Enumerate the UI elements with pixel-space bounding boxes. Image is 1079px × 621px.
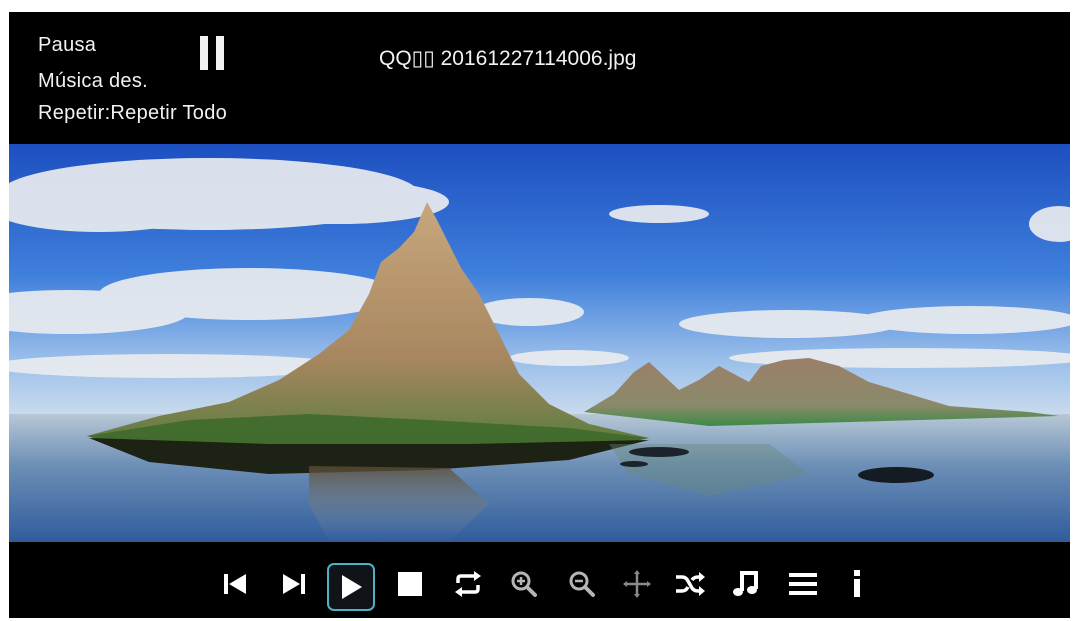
control-bar — [9, 542, 1070, 618]
info-button[interactable] — [839, 566, 875, 602]
media-player-window: Pausa Música des. Repetir:Repetir Todo Q… — [9, 12, 1070, 618]
repeat-status: Repetir:Repetir Todo — [38, 102, 228, 124]
zoom-out-icon — [569, 571, 595, 597]
info-icon — [854, 570, 860, 597]
music-note-icon — [733, 571, 758, 596]
playback-status: Pausa — [38, 34, 97, 56]
move-icon — [623, 570, 651, 598]
zoom-in-button[interactable] — [506, 566, 542, 602]
move-button[interactable] — [619, 566, 655, 602]
landscape-photo — [9, 144, 1070, 542]
info-bar: Pausa Música des. Repetir:Repetir Todo Q… — [9, 12, 1070, 144]
playlist-icon — [789, 573, 817, 595]
zoom-out-button[interactable] — [564, 566, 600, 602]
play-button[interactable] — [327, 563, 375, 611]
repeat-button[interactable] — [450, 566, 486, 602]
play-icon — [342, 575, 362, 599]
zoom-in-icon — [511, 571, 537, 597]
stop-icon — [398, 572, 422, 596]
file-name: QQ▯▯ 20161227114006.jpg — [379, 47, 637, 70]
photo-viewer-image — [9, 144, 1070, 542]
skip-next-button[interactable] — [276, 566, 312, 602]
music-status: Música des. — [38, 70, 149, 92]
pause-state-icon — [200, 36, 224, 70]
shuffle-icon — [676, 572, 705, 596]
skip-next-icon — [283, 574, 305, 594]
playlist-button[interactable] — [785, 566, 821, 602]
stop-button[interactable] — [392, 566, 428, 602]
shuffle-button[interactable] — [672, 566, 708, 602]
music-toggle-button[interactable] — [728, 566, 764, 602]
repeat-icon — [455, 571, 481, 597]
skip-previous-icon — [224, 574, 246, 594]
skip-previous-button[interactable] — [217, 566, 253, 602]
